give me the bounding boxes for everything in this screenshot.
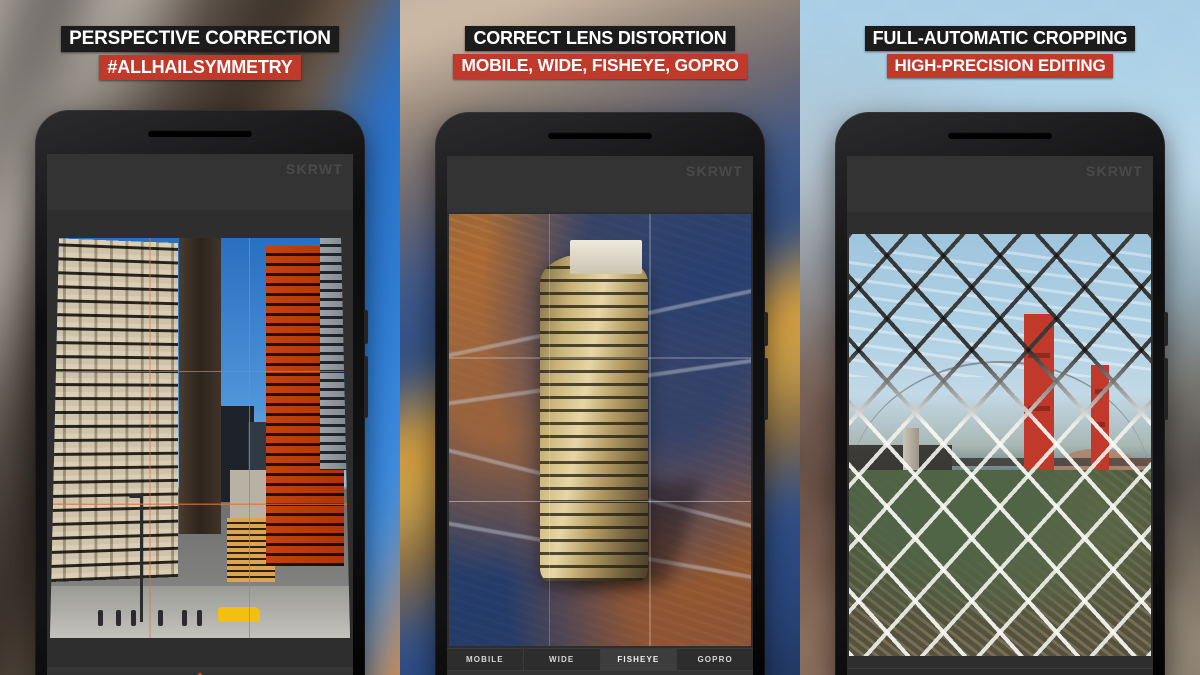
phone-side-button-volume-up[interactable] xyxy=(764,312,768,346)
pedestrian xyxy=(197,610,202,626)
panel-2-caption-sub: MOBILE, WIDE, FISHEYE, GOPRO xyxy=(453,54,747,79)
tower-rooftop-block xyxy=(569,239,643,275)
phone-side-button-power[interactable] xyxy=(764,358,768,420)
phone-side-button-volume-up[interactable] xyxy=(364,310,368,344)
skrwt-logo: SKRWT xyxy=(1085,163,1143,179)
panel-2-caption-main: CORRECT LENS DISTORTION xyxy=(465,26,735,51)
phone-speaker-grille xyxy=(948,132,1052,139)
panel-1-caption-main: PERSPECTIVE CORRECTION xyxy=(61,26,339,52)
building-left xyxy=(50,238,178,582)
app-bar-3: SKRWT xyxy=(847,156,1153,212)
bridge-tower-near xyxy=(1024,314,1055,492)
phone-speaker-grille xyxy=(548,132,652,139)
pedestrian xyxy=(182,610,187,626)
phone-mockup-2: SKRWT MOBILE WIDE FISHEYE GOPRO xyxy=(435,112,768,675)
panel-3-caption-main: FULL-AUTOMATIC CROPPING xyxy=(864,26,1136,51)
pedestrian xyxy=(158,610,163,626)
distortion-slider-2[interactable] xyxy=(447,670,753,675)
pedestrian xyxy=(98,610,103,626)
foreground-brush xyxy=(849,470,1151,656)
editing-toolbar[interactable] xyxy=(847,668,1153,675)
building-gray-right xyxy=(320,238,350,470)
skrwt-logo: SKRWT xyxy=(285,161,343,177)
photo-canvas-2[interactable] xyxy=(447,212,753,648)
panel-lens-distortion: CORRECT LENS DISTORTION MOBILE, WIDE, FI… xyxy=(400,0,800,675)
photo-content xyxy=(849,234,1151,656)
street-lamp xyxy=(129,494,143,622)
panel-1-caption-sub: #ALLHAILSYMMETRY xyxy=(99,55,301,80)
edited-photo-aerial-tower[interactable] xyxy=(449,214,751,646)
phone-speaker-grille xyxy=(148,130,252,137)
app-store-screenshot-strip: PERSPECTIVE CORRECTION #ALLHAILSYMMETRY … xyxy=(0,0,1200,675)
phone-mockup-1: SKRWT xyxy=(35,110,368,675)
phone-side-button-power[interactable] xyxy=(364,356,368,418)
perspective-slider-1[interactable] xyxy=(47,668,353,675)
panel-3-caption-sub: HIGH-PRECISION EDITING xyxy=(886,54,1114,78)
edited-photo-city-street[interactable] xyxy=(50,238,350,638)
app-screen-3: SKRWT xyxy=(847,156,1153,675)
skrwt-logo: SKRWT xyxy=(685,163,743,179)
phone-side-button-volume-up[interactable] xyxy=(1164,312,1168,346)
photo-content xyxy=(449,214,751,646)
pedestrian xyxy=(116,610,121,626)
curved-tower xyxy=(539,252,649,582)
phone-mockup-3: SKRWT xyxy=(835,112,1168,675)
lens-tab-wide[interactable]: WIDE xyxy=(523,649,601,670)
app-bar-2: SKRWT xyxy=(447,156,753,212)
clouds xyxy=(849,250,1151,378)
phone-side-button-power[interactable] xyxy=(1164,358,1168,420)
lens-profile-tabs[interactable]: MOBILE WIDE FISHEYE GOPRO xyxy=(447,648,753,670)
panel-3-captions: FULL-AUTOMATIC CROPPING HIGH-PRECISION E… xyxy=(800,26,1200,78)
lens-tab-fisheye[interactable]: FISHEYE xyxy=(600,649,678,670)
edited-photo-golden-gate[interactable] xyxy=(849,234,1151,656)
pedestrian xyxy=(131,610,136,626)
lens-tab-gopro[interactable]: GOPRO xyxy=(677,649,753,670)
app-screen-2: SKRWT MOBILE WIDE FISHEYE GOPRO xyxy=(447,156,753,675)
photo-content xyxy=(50,238,350,638)
app-bar-1: SKRWT xyxy=(47,154,353,210)
photo-canvas-3[interactable] xyxy=(847,212,1153,668)
app-screen-1: SKRWT xyxy=(47,154,353,675)
yellow-taxi xyxy=(218,607,260,622)
lens-tab-mobile[interactable]: MOBILE xyxy=(447,649,524,670)
bridge-tower-far xyxy=(1090,364,1109,475)
photo-canvas-1[interactable] xyxy=(47,210,353,668)
panel-2-captions: CORRECT LENS DISTORTION MOBILE, WIDE, FI… xyxy=(400,26,800,79)
panel-1-captions: PERSPECTIVE CORRECTION #ALLHAILSYMMETRY xyxy=(0,26,400,80)
panel-automatic-cropping: FULL-AUTOMATIC CROPPING HIGH-PRECISION E… xyxy=(800,0,1200,675)
panel-perspective-correction: PERSPECTIVE CORRECTION #ALLHAILSYMMETRY … xyxy=(0,0,400,675)
building-dark-middle xyxy=(179,238,221,534)
